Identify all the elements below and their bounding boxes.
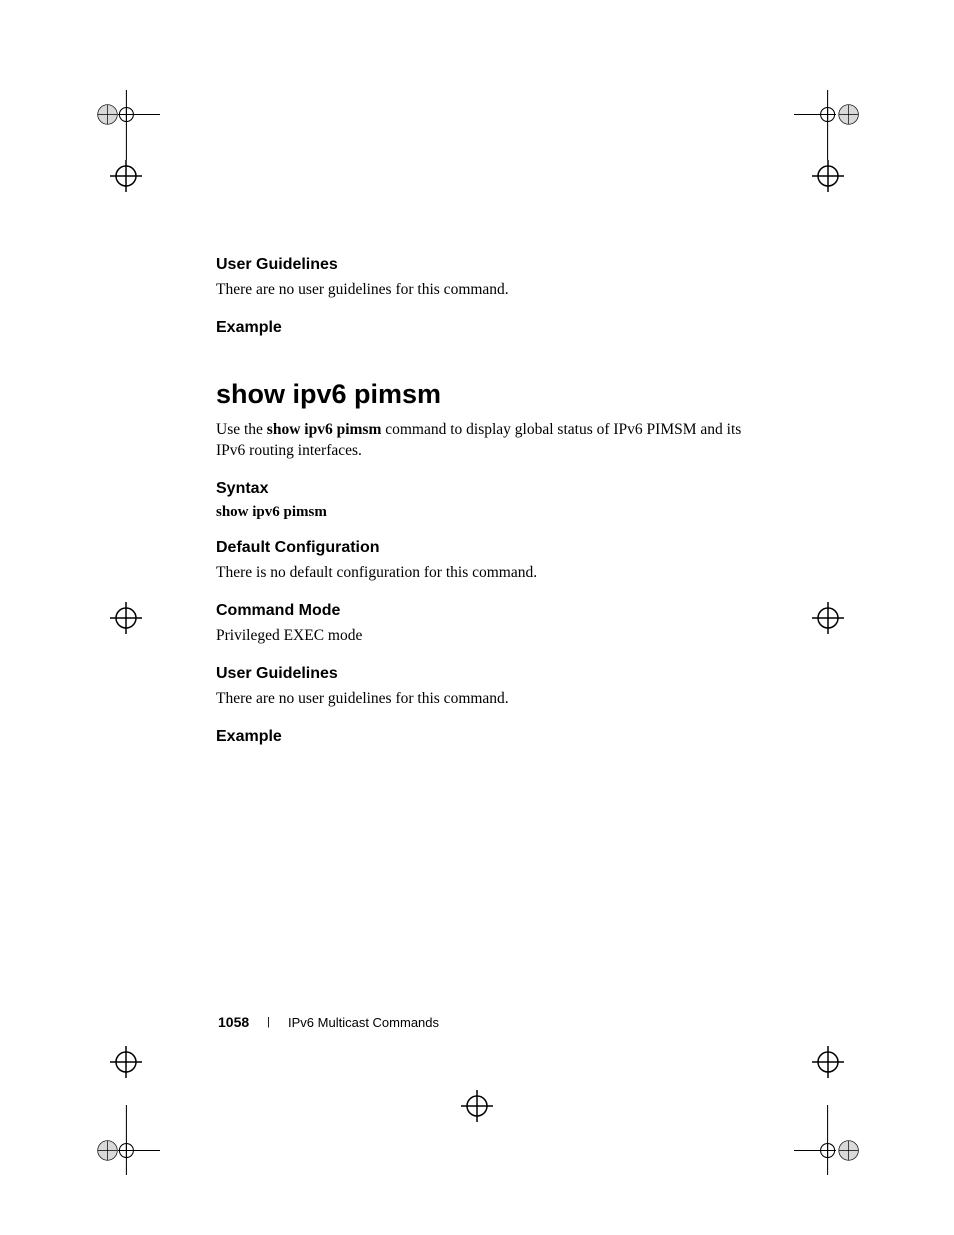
page-number: 1058 [218, 1014, 249, 1030]
chapter-name: IPv6 Multicast Commands [288, 1015, 439, 1030]
section-body-text: There are no user guidelines for this co… [216, 689, 746, 710]
registration-mark-icon [459, 1088, 495, 1129]
syntax-section: Syntax show ipv6 pimsm [216, 480, 746, 521]
section-heading: Example [216, 728, 746, 746]
page-body: User Guidelines There are no user guidel… [216, 256, 746, 762]
registration-mark-icon [794, 90, 864, 160]
section-heading: User Guidelines [216, 256, 746, 274]
registration-mark-icon [108, 1044, 144, 1085]
section-heading: User Guidelines [216, 665, 746, 683]
registration-mark-icon [108, 600, 144, 641]
section-heading: Example [216, 319, 746, 337]
page-footer: 1058 | IPv6 Multicast Commands [218, 1014, 439, 1030]
registration-mark-icon [810, 600, 846, 641]
section-heading: Default Configuration [216, 539, 746, 557]
intro-prefix: Use the [216, 421, 267, 438]
user-guidelines-section: User Guidelines There are no user guidel… [216, 256, 746, 301]
intro-command-bold: show ipv6 pimsm [267, 421, 382, 438]
command-mode-section: Command Mode Privileged EXEC mode [216, 602, 746, 647]
registration-mark-icon [90, 1105, 160, 1175]
footer-divider: | [267, 1016, 270, 1028]
registration-mark-icon [810, 158, 846, 199]
default-configuration-section: Default Configuration There is no defaul… [216, 539, 746, 584]
command-title: show ipv6 pimsm [216, 379, 746, 410]
section-body-text: Privileged EXEC mode [216, 626, 746, 647]
example-section: Example [216, 728, 746, 746]
registration-mark-icon [90, 90, 160, 160]
command-intro-text: Use the show ipv6 pimsm command to displ… [216, 420, 746, 462]
syntax-value: show ipv6 pimsm [216, 504, 746, 521]
section-heading: Syntax [216, 480, 746, 498]
section-body-text: There is no default configuration for th… [216, 563, 746, 584]
user-guidelines-section: User Guidelines There are no user guidel… [216, 665, 746, 710]
registration-mark-icon [794, 1105, 864, 1175]
registration-mark-icon [810, 1044, 846, 1085]
example-section: Example [216, 319, 746, 337]
section-body-text: There are no user guidelines for this co… [216, 280, 746, 301]
section-heading: Command Mode [216, 602, 746, 620]
registration-mark-icon [108, 158, 144, 199]
